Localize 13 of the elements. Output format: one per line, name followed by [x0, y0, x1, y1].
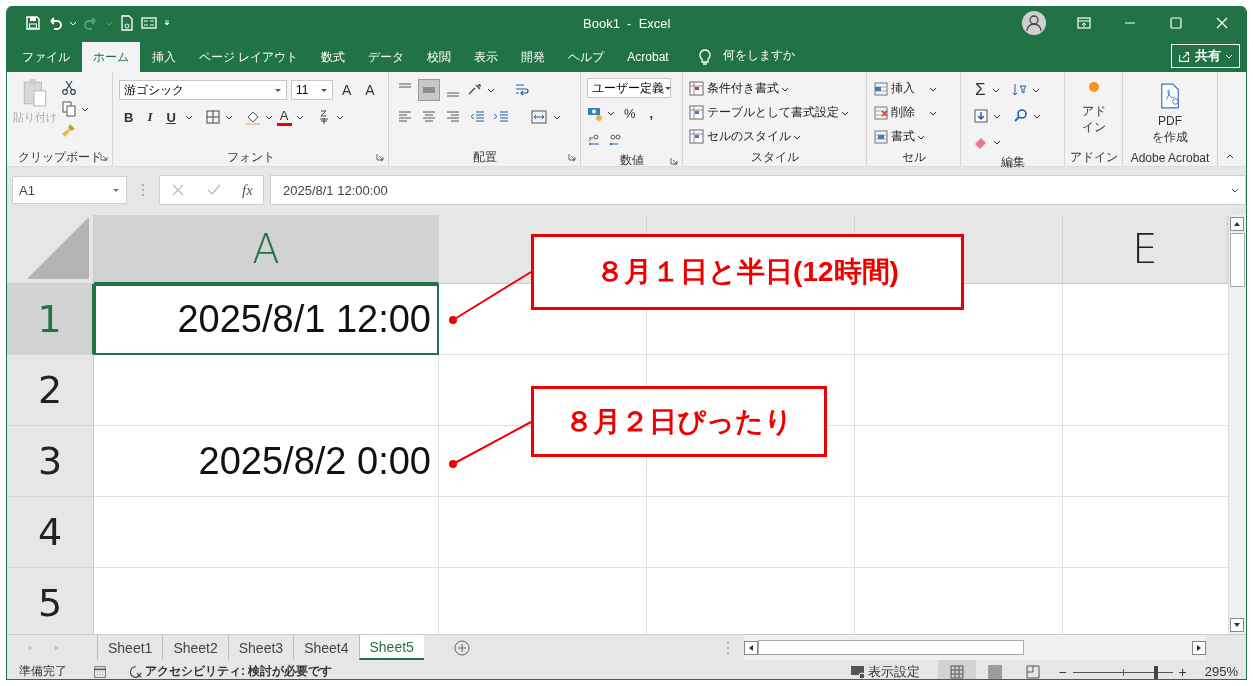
callout-tooltip: ８月１日と半日(12時間)	[531, 234, 964, 310]
group-label: アドイン	[1069, 148, 1118, 166]
group-label: 配置	[472, 148, 497, 166]
window-title: Book1 - Excel	[583, 15, 671, 31]
group-label: セル	[901, 148, 926, 166]
callout-tooltip: ８月２日ぴったり	[531, 386, 827, 457]
group-label: 数値	[619, 152, 644, 169]
group-label: スタイル	[750, 148, 799, 166]
group-label: クリップボード	[17, 148, 102, 166]
group-label: フォント	[226, 148, 275, 166]
status-text: 準備完了	[19, 663, 67, 679]
group-label: 編集	[1000, 154, 1025, 171]
group-label: Adobe Acrobat	[1130, 150, 1210, 165]
